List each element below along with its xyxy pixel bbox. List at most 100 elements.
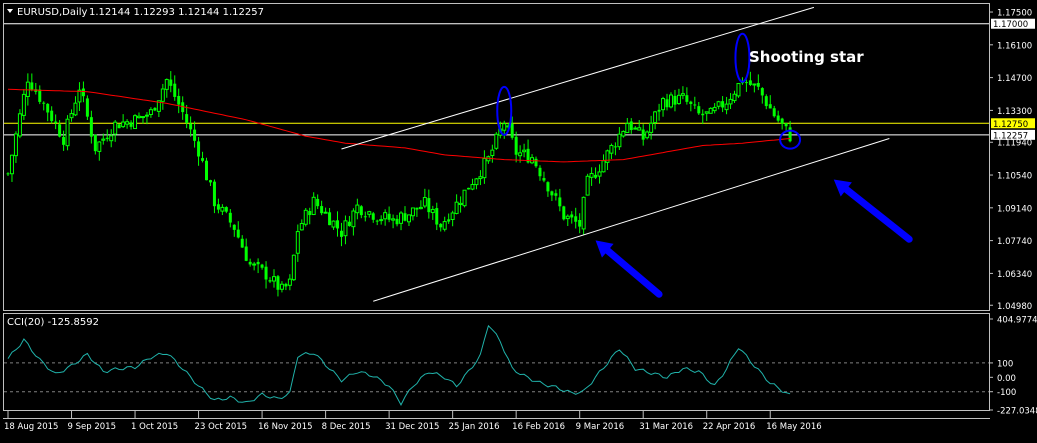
x-axis-tick-label: 22 Apr 2016 [703,422,756,432]
candle-body-bull [450,212,455,220]
candle-body-bear [93,134,97,152]
candle-body-bear [772,108,776,117]
candle-body-bear [201,158,205,161]
candle-body-bull [712,106,717,112]
candle-body-bull [391,218,396,221]
candle-body-bull [704,111,709,114]
candle-body-bear [657,109,661,112]
candle-body-bear [232,224,236,230]
x-axis-tick-label: 23 Oct 2015 [195,422,248,432]
candle-body-bear [363,216,367,218]
candle-body-bull [65,118,70,147]
cci-title: CCI(20) -125.8592 [7,317,99,328]
candle-body-bear [169,79,173,86]
candle-body-bull [474,178,479,186]
candle-body-bear [240,238,244,248]
candle-body-bull [144,114,149,117]
candle-body-bull [109,135,114,142]
candle-body-bull [478,176,483,180]
candle-body-bear [395,218,399,225]
candle-body-bull [752,83,757,86]
candle-body-bear [205,160,208,181]
candle-body-bear [764,96,768,107]
candle-body-bear [788,127,792,142]
candle-body-bear [244,246,248,261]
candle-body-bear [613,146,617,148]
x-axis-tick-label: 31 Dec 2015 [385,422,439,432]
y-axis-tick-label: 1.04980 [997,302,1032,312]
candle-body-bear [629,121,633,131]
x-axis-tick-label: 16 May 2016 [766,422,821,432]
candle-body-bull [470,183,475,190]
candle-body-bear [6,173,10,175]
price-tag-text: 1.12750 [993,120,1028,130]
candle-body-bull [379,219,384,222]
y-axis-tick-label: 1.14700 [997,74,1032,84]
x-axis-tick-label: 8 Dec 2015 [322,422,371,432]
candle-body-bull [653,111,658,123]
candle-body-bull [25,81,30,97]
candle-body-bull [271,276,276,282]
candle-body-bull [649,122,654,133]
y-axis-tick-label: 1.07740 [997,237,1032,247]
candle-body-bear [50,110,54,122]
candle-body-bear [768,104,772,109]
x-axis-tick-label: 18 Aug 2015 [4,422,58,432]
candle-body-bear [347,221,351,227]
candle-body-bull [295,231,300,254]
candle-body-bull [518,152,523,157]
candle-body-bear [574,216,578,222]
candle-body-bear [570,214,574,218]
candle-body-bear [89,117,93,137]
x-axis-tick-label: 9 Sep 2015 [68,422,116,432]
candle-body-bear [467,187,471,190]
candle-body-bull [442,221,447,230]
candle-body-bull [69,113,74,119]
candle-body-bull [367,211,372,215]
cci-axis-tick-label: 404.9774 [997,316,1037,326]
candle-body-bull [331,220,336,228]
candle-body-bear [558,197,562,207]
candle-body-bull [585,175,590,196]
x-axis-tick-label: 25 Jan 2016 [449,422,500,432]
candle-body-bull [462,189,467,207]
candle-body-bull [399,212,404,224]
candle-body-bull [601,160,606,173]
candle-body-bull [565,215,570,220]
candle-body-bear [403,213,407,221]
candle-body-bull [661,98,666,111]
candle-body-bull [617,133,622,148]
candle-body-bull [73,102,78,116]
candle-body-bear [117,124,121,129]
candle-body-bear [308,211,312,216]
chart-canvas[interactable]: 1.170001.127501.122571.175001.161001.147… [0,0,1037,439]
candle-body-bear [264,266,268,280]
candle-body-bear [701,113,705,116]
candle-body-bear [85,98,89,117]
candle-body-bear [721,101,725,108]
price-tag-text: 1.17000 [993,20,1028,30]
candle-body-bear [236,229,240,238]
candle-body-bull [121,121,126,128]
candle-body-bear [177,95,181,105]
candle-body-bear [756,82,760,87]
candle-body-bear [336,220,340,229]
candle-body-bull [279,283,284,290]
candle-body-bull [490,149,495,156]
candle-body-bear [320,206,324,214]
candle-body-bear [760,88,764,96]
candle-body-bear [641,129,645,140]
x-axis-tick-label: 9 Mar 2016 [576,422,624,432]
candle-body-bull [125,121,130,125]
y-axis-tick-label: 1.11940 [997,139,1032,149]
candle-body-bull [252,263,257,266]
candle-body-bull [625,123,630,134]
candle-body-bear [554,193,558,196]
y-axis-tick-label: 1.13300 [997,107,1032,117]
candle-body-bull [454,201,459,214]
candle-body-bear [197,141,201,157]
cci-axis-tick-label: 0.00 [997,374,1016,384]
candle-body-bull [13,133,18,157]
cci-axis-tick-label: -100 [997,388,1016,398]
candle-body-bear [276,276,280,290]
